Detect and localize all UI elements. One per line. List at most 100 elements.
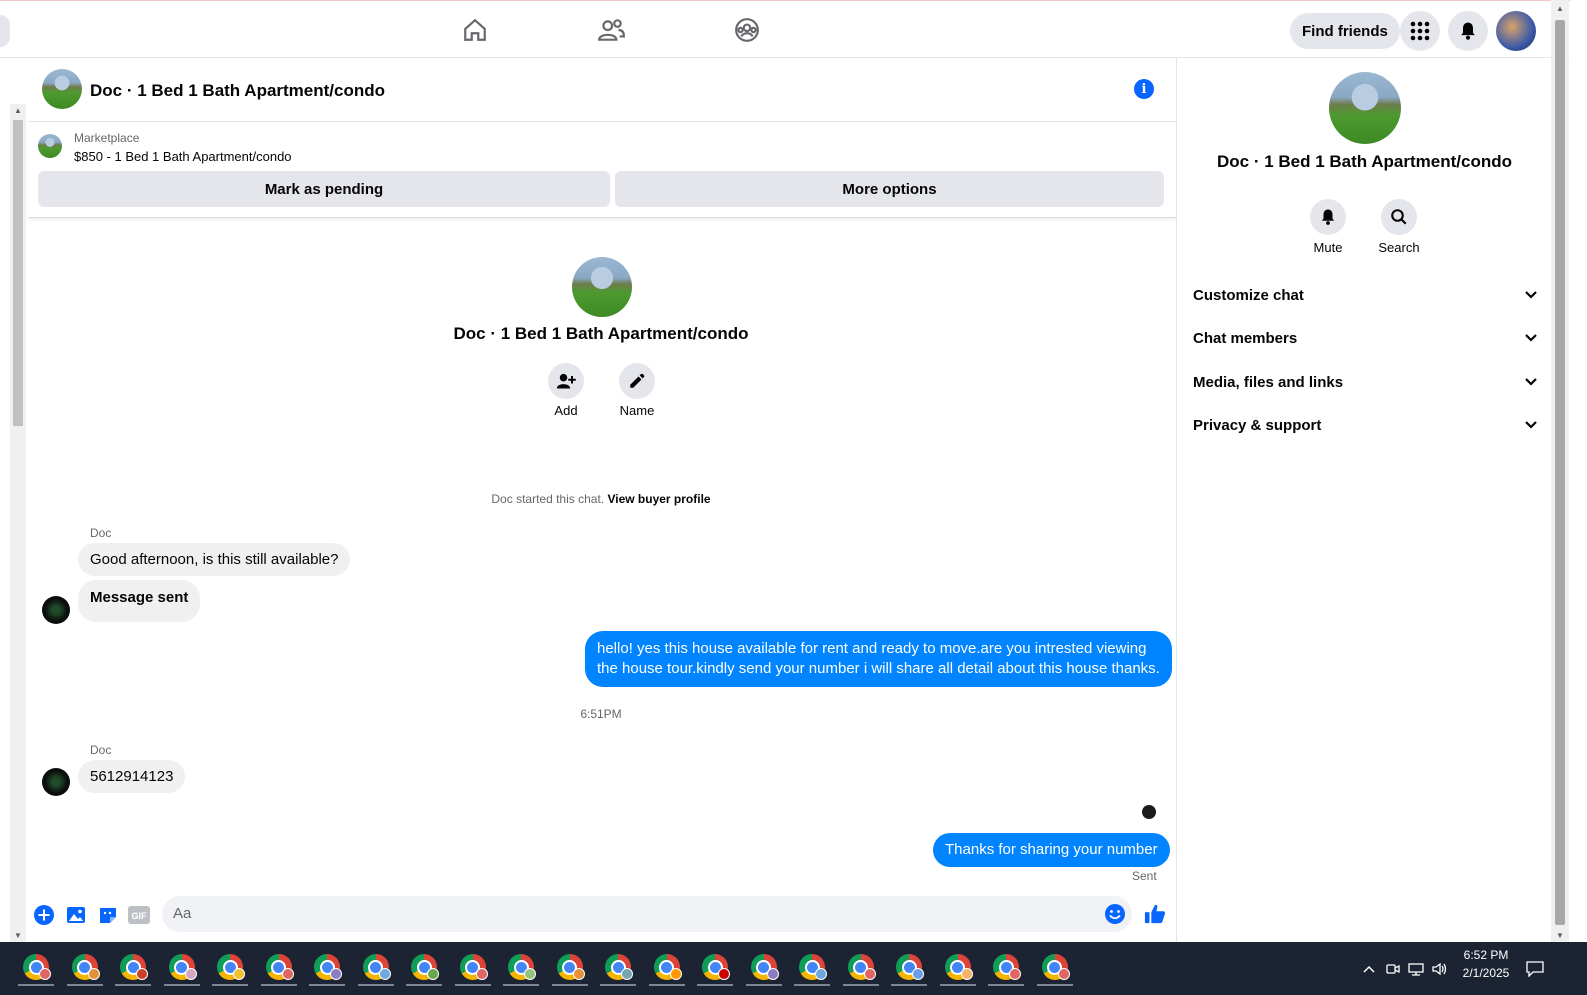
listing-price-title[interactable]: $850 - 1 Bed 1 Bath Apartment/condo	[74, 149, 292, 164]
name-label: Name	[619, 403, 655, 418]
scroll-up-arrow-icon[interactable]: ▲	[10, 106, 26, 115]
profile-badge-icon	[475, 968, 488, 980]
page-scrollbar[interactable]: ▲ ▼	[1551, 0, 1569, 942]
chrome-taskbar-icon[interactable]	[794, 950, 830, 986]
listing-avatar[interactable]	[42, 69, 82, 109]
details-title: Doc · 1 Bed 1 Bath Apartment/condo	[1216, 152, 1512, 171]
chrome-taskbar-icon[interactable]	[260, 950, 297, 986]
profile-badge-icon	[912, 968, 924, 980]
chrome-taskbar-icon[interactable]	[357, 950, 394, 986]
add-person-icon[interactable]	[548, 363, 584, 399]
system-clock[interactable]: 6:52 PM 2/1/2025	[1456, 946, 1516, 982]
chrome-taskbar-icon[interactable]	[406, 950, 442, 986]
network-icon[interactable]	[1408, 942, 1424, 995]
profile-badge-icon	[960, 968, 973, 980]
emoji-icon[interactable]	[1104, 903, 1126, 930]
chrome-taskbar-icon[interactable]	[551, 950, 588, 986]
notifications-bell-icon[interactable]	[1448, 11, 1488, 51]
seen-indicator-avatar	[1142, 805, 1156, 819]
chrome-taskbar-icon[interactable]	[697, 950, 733, 986]
menu-grid-icon[interactable]	[1400, 11, 1440, 51]
chevron-down-icon	[1524, 287, 1538, 305]
intro-title: Doc · 1 Bed 1 Bath Apartment/condo	[453, 324, 749, 343]
chat-title[interactable]: Doc · 1 Bed 1 Bath Apartment/condo	[90, 81, 385, 101]
edit-name-pencil-icon[interactable]	[619, 363, 655, 399]
chrome-taskbar-icon[interactable]	[309, 950, 345, 986]
message-input[interactable]: Aa	[162, 896, 1132, 932]
chrome-taskbar-icon[interactable]	[939, 950, 976, 986]
chrome-taskbar-icon[interactable]	[66, 950, 103, 986]
left-edge-button[interactable]	[0, 15, 10, 47]
chrome-taskbar-icon[interactable]	[115, 950, 151, 986]
chrome-taskbar-icon[interactable]	[988, 950, 1024, 986]
marketplace-label: Marketplace	[74, 131, 140, 145]
listing-thumbnail[interactable]	[38, 134, 62, 158]
chrome-taskbar-icon[interactable]	[842, 950, 879, 986]
sticker-icon[interactable]	[97, 904, 119, 926]
chrome-taskbar-icon[interactable]	[503, 950, 539, 986]
sender-avatar[interactable]	[42, 768, 70, 796]
profile-badge-icon	[427, 968, 439, 980]
details-avatar[interactable]	[1329, 72, 1401, 144]
message-input-placeholder: Aa	[173, 905, 192, 922]
profile-badge-icon	[330, 968, 342, 980]
info-icon[interactable]: i	[1134, 79, 1154, 99]
started-text: Doc started this chat.	[491, 492, 605, 506]
chrome-taskbar-icon[interactable]	[18, 950, 54, 986]
home-icon[interactable]	[460, 15, 490, 45]
chrome-taskbar-icon[interactable]	[745, 950, 782, 986]
mute-bell-icon[interactable]	[1310, 199, 1346, 235]
profile-badge-icon	[718, 968, 730, 980]
find-friends-button[interactable]: Find friends	[1290, 13, 1400, 49]
thumbs-up-icon[interactable]	[1143, 902, 1167, 926]
chrome-taskbar-icon[interactable]	[163, 950, 200, 986]
volume-icon[interactable]	[1432, 942, 1448, 995]
chevron-down-icon	[1524, 330, 1538, 348]
section-label: Privacy & support	[1193, 417, 1322, 434]
scrollbar-thumb[interactable]	[13, 120, 23, 426]
chrome-taskbar-icon[interactable]	[212, 950, 248, 986]
scroll-down-arrow-icon[interactable]: ▼	[10, 931, 26, 940]
groups-icon[interactable]	[732, 15, 762, 45]
outgoing-message[interactable]: hello! yes this house available for rent…	[585, 631, 1172, 687]
top-navigation-bar: Find friends	[0, 0, 1570, 58]
chrome-taskbar-icon[interactable]	[600, 950, 636, 986]
plus-circle-icon[interactable]	[33, 904, 55, 926]
chrome-taskbar-icon[interactable]	[454, 950, 491, 986]
section-label: Media, files and links	[1193, 374, 1344, 391]
profile-avatar[interactable]	[1496, 11, 1536, 51]
chrome-taskbar-icon[interactable]	[648, 950, 685, 986]
show-hidden-icons-chevron-icon[interactable]	[1362, 942, 1376, 995]
scroll-up-arrow-icon[interactable]: ▲	[1551, 4, 1569, 13]
chevron-down-icon	[1524, 374, 1538, 392]
media-files-links-section[interactable]: Media, files and links	[1193, 374, 1538, 396]
section-label: Customize chat	[1193, 287, 1304, 304]
privacy-support-section[interactable]: Privacy & support	[1193, 417, 1538, 439]
friends-icon[interactable]	[596, 15, 626, 45]
chat-scrollbar[interactable]: ▲ ▼	[10, 104, 26, 942]
message-line: the house tour.kindly send your number i…	[597, 660, 1160, 677]
scrollbar-thumb[interactable]	[1555, 20, 1565, 925]
search-icon[interactable]	[1381, 199, 1417, 235]
photo-icon[interactable]	[65, 904, 87, 926]
incoming-message[interactable]: 5612914123	[78, 760, 186, 793]
view-buyer-profile-link[interactable]: View buyer profile	[607, 492, 710, 506]
more-options-button[interactable]: More options	[615, 171, 1164, 207]
mark-as-pending-button[interactable]: Mark as pending	[38, 171, 610, 207]
action-center-icon[interactable]	[1526, 942, 1544, 995]
customize-chat-section[interactable]: Customize chat	[1193, 287, 1538, 309]
gif-icon[interactable]: GIF	[128, 904, 150, 926]
message-sender: Doc	[90, 743, 112, 757]
clock-date: 2/1/2025	[1462, 966, 1510, 980]
sent-status: Sent	[1132, 869, 1157, 883]
chrome-taskbar-icon[interactable]	[1036, 950, 1073, 986]
chat-members-section[interactable]: Chat members	[1193, 330, 1538, 352]
incoming-message[interactable]: Good afternoon, is this still available?	[78, 543, 351, 576]
chrome-taskbar-icon[interactable]	[891, 950, 927, 986]
scroll-down-arrow-icon[interactable]: ▼	[1551, 931, 1569, 940]
incoming-message[interactable]: Message sent	[78, 580, 201, 622]
sender-avatar[interactable]	[42, 596, 70, 624]
outgoing-message[interactable]: Thanks for sharing your number	[933, 833, 1170, 867]
meet-now-icon[interactable]	[1386, 942, 1400, 995]
add-label: Add	[554, 403, 578, 418]
